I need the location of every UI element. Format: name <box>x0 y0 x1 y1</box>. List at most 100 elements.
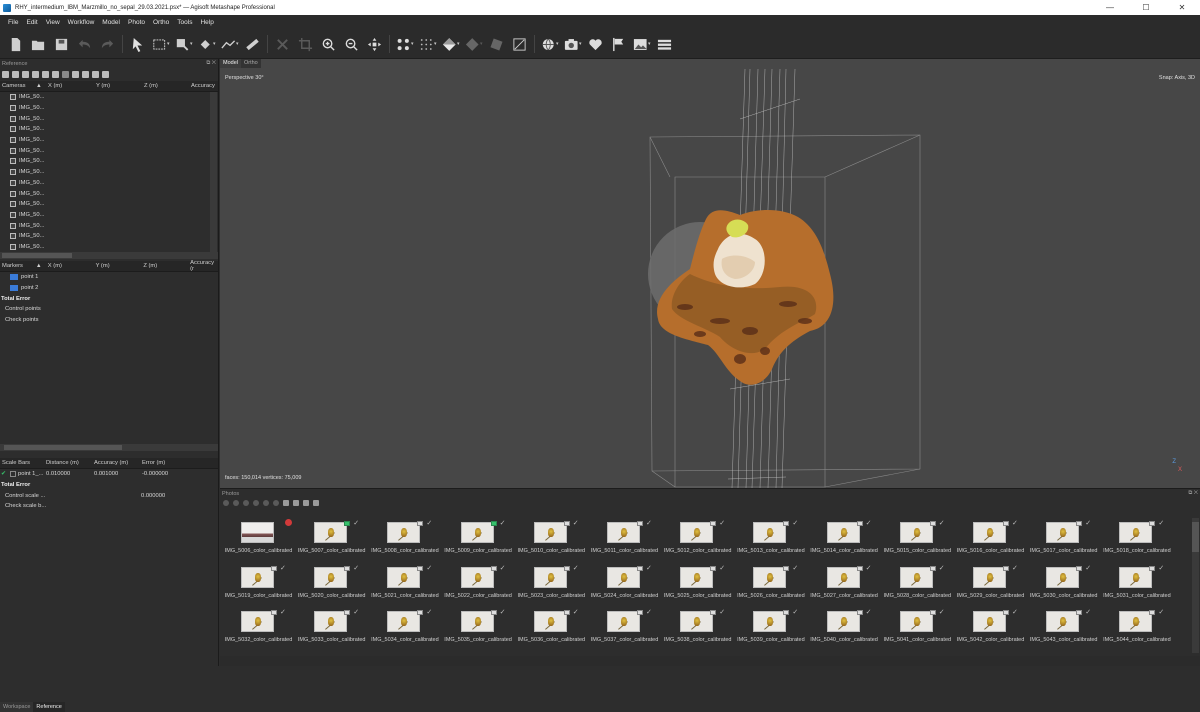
camera-row[interactable]: IMG_50... <box>0 167 218 178</box>
photo-thumbnail[interactable]: ✓ IMG_5014_color_calibrated <box>808 518 881 562</box>
photo-thumbnail[interactable]: ✓ IMG_5012_color_calibrated <box>661 518 734 562</box>
photo-thumbnail[interactable]: ✓ IMG_5019_color_calibrated <box>222 563 295 607</box>
x-col-header[interactable]: X (m) <box>48 263 96 269</box>
dem-icon[interactable] <box>511 35 529 53</box>
photo-thumbnail[interactable]: ✓ IMG_5027_color_calibrated <box>808 563 881 607</box>
globe-icon[interactable]: ▾ <box>541 35 559 53</box>
import-icon[interactable] <box>2 71 9 78</box>
photo-thumbnail[interactable]: ✓ IMG_5044_color_calibrated <box>1100 607 1173 651</box>
photo-thumbnail[interactable]: ✓ IMG_5026_color_calibrated <box>734 563 807 607</box>
photo-thumbnail[interactable]: ✓ IMG_5033_color_calibrated <box>295 607 368 651</box>
photo-thumbnail[interactable]: IMG_5006_color_calibrated <box>222 518 295 562</box>
markers-col-header[interactable]: Markers <box>0 263 36 269</box>
maximize-button[interactable]: ☐ <box>1128 0 1164 15</box>
view-estimated-icon[interactable] <box>72 71 79 78</box>
table-icon[interactable] <box>92 71 99 78</box>
redo-icon[interactable] <box>99 35 117 53</box>
view-errors-icon[interactable] <box>82 71 89 78</box>
photo-thumbnail[interactable]: ✓ IMG_5028_color_calibrated <box>881 563 954 607</box>
navigate-icon[interactable] <box>366 35 384 53</box>
photos-vertical-scrollbar[interactable] <box>1192 518 1199 653</box>
y-col-header[interactable]: Y (m) <box>96 263 144 269</box>
optimize-icon[interactable] <box>32 71 39 78</box>
markers-horizontal-scrollbar[interactable] <box>0 444 218 451</box>
sort-icon[interactable] <box>293 500 299 506</box>
remove-icon[interactable] <box>243 500 249 506</box>
camera-icon[interactable]: ▾ <box>564 35 582 53</box>
accuracy-col-header[interactable]: Accuracy <box>191 83 217 89</box>
open-icon[interactable] <box>30 35 48 53</box>
dense-cloud-icon[interactable]: ▾ <box>419 35 437 53</box>
photo-thumbnail[interactable]: ✓ IMG_5016_color_calibrated <box>954 518 1027 562</box>
menu-file[interactable]: File <box>4 19 22 26</box>
layers-icon[interactable] <box>656 35 674 53</box>
cameras-vertical-scrollbar[interactable] <box>210 92 217 252</box>
check-points-row[interactable]: Check points <box>0 315 218 326</box>
accuracy-col-header[interactable]: Accuracy (r <box>190 260 218 272</box>
reset-filter-icon[interactable] <box>273 500 279 506</box>
filter-icon[interactable] <box>303 500 309 506</box>
camera-row[interactable]: IMG_50... <box>0 199 218 210</box>
camera-row[interactable]: IMG_50... <box>0 220 218 231</box>
photo-thumbnail[interactable]: ✓ IMG_5017_color_calibrated <box>1027 518 1100 562</box>
x-col-header[interactable]: X (m) <box>48 83 96 89</box>
tiled-model-icon[interactable]: ▾ <box>465 35 483 53</box>
photo-thumbnail[interactable]: ✓ IMG_5021_color_calibrated <box>368 563 441 607</box>
control-points-row[interactable]: Control points <box>0 304 218 315</box>
photo-thumbnail[interactable]: ✓ IMG_5040_color_calibrated <box>808 607 881 651</box>
accuracy-col-header[interactable]: Accuracy (m) <box>94 460 142 466</box>
scalebar-row[interactable]: ✔ point 1_... 0.010000 0.001000 -0.00000… <box>0 469 218 480</box>
photo-thumbnail[interactable]: ✓ IMG_5013_color_calibrated <box>734 518 807 562</box>
check-icon[interactable]: ✔ <box>0 471 10 477</box>
camera-row[interactable]: IMG_50... <box>0 92 218 103</box>
camera-row[interactable]: IMG_50... <box>0 145 218 156</box>
photo-thumbnail[interactable]: ✓ IMG_5010_color_calibrated <box>515 518 588 562</box>
menu-edit[interactable]: Edit <box>22 19 41 26</box>
photo-thumbnail[interactable]: ✓ IMG_5023_color_calibrated <box>515 563 588 607</box>
check-scale-row[interactable]: Check scale b... <box>0 501 218 512</box>
pane-float-close-icons[interactable]: ⧉ ✕ <box>206 60 216 67</box>
photo-thumbnail[interactable]: ✓ IMG_5022_color_calibrated <box>442 563 515 607</box>
photo-thumbnail[interactable]: ✓ IMG_5042_color_calibrated <box>954 607 1027 651</box>
photo-thumbnail[interactable]: ✓ IMG_5025_color_calibrated <box>661 563 734 607</box>
delete-icon[interactable] <box>274 35 292 53</box>
cameras-col-header[interactable]: Cameras <box>0 83 36 89</box>
photo-thumbnail[interactable]: ✓ IMG_5009_color_calibrated <box>442 518 515 562</box>
menu-view[interactable]: View <box>42 19 64 26</box>
ruler-icon[interactable] <box>244 35 262 53</box>
z-col-header[interactable]: Z (m) <box>143 263 190 269</box>
view-mode-icon[interactable] <box>283 500 289 506</box>
polyline-icon[interactable]: ▾ <box>220 35 239 53</box>
camera-row[interactable]: IMG_50... <box>0 156 218 167</box>
marker-row[interactable]: point 1 <box>0 272 218 283</box>
model-viewport[interactable]: Model Ortho Perspective 30° Snap: Axis, … <box>220 59 1200 488</box>
close-window-button[interactable]: ✕ <box>1164 0 1200 15</box>
points-icon[interactable]: ▾ <box>396 35 414 53</box>
cameras-horizontal-scrollbar[interactable] <box>0 252 218 259</box>
disable-camera-icon[interactable] <box>233 500 239 506</box>
flag-icon[interactable] <box>610 35 628 53</box>
camera-row[interactable]: IMG_50... <box>0 178 218 189</box>
scalebars-col-header[interactable]: Scale Bars <box>0 460 46 466</box>
refresh-icon[interactable] <box>52 71 59 78</box>
tab-workspace[interactable]: Workspace <box>0 702 34 712</box>
photo-thumbnail[interactable]: ✓ IMG_5038_color_calibrated <box>661 607 734 651</box>
settings-tool-icon[interactable] <box>102 71 109 78</box>
minimize-button[interactable]: — <box>1092 0 1128 15</box>
rotate-right-icon[interactable] <box>263 500 269 506</box>
image-icon[interactable]: ▾ <box>633 35 651 53</box>
photo-thumbnail[interactable]: ✓ IMG_5034_color_calibrated <box>368 607 441 651</box>
zoom-in-icon[interactable] <box>320 35 338 53</box>
rectangle-selection-icon[interactable]: ▾ <box>152 35 170 53</box>
y-col-header[interactable]: Y (m) <box>96 83 144 89</box>
view-source-icon[interactable] <box>62 71 69 78</box>
star-icon[interactable] <box>42 71 49 78</box>
photo-thumbnail[interactable]: ✓ IMG_5011_color_calibrated <box>588 518 661 562</box>
error-col-header[interactable]: Error (m) <box>142 460 192 466</box>
save-icon[interactable] <box>53 35 71 53</box>
convert-icon[interactable] <box>22 71 29 78</box>
scalebar-accuracy[interactable]: 0.001000 <box>94 471 142 477</box>
photo-thumbnail[interactable]: ✓ IMG_5015_color_calibrated <box>881 518 954 562</box>
scalebar-distance[interactable]: 0.010000 <box>46 471 94 477</box>
enable-camera-icon[interactable] <box>223 500 229 506</box>
